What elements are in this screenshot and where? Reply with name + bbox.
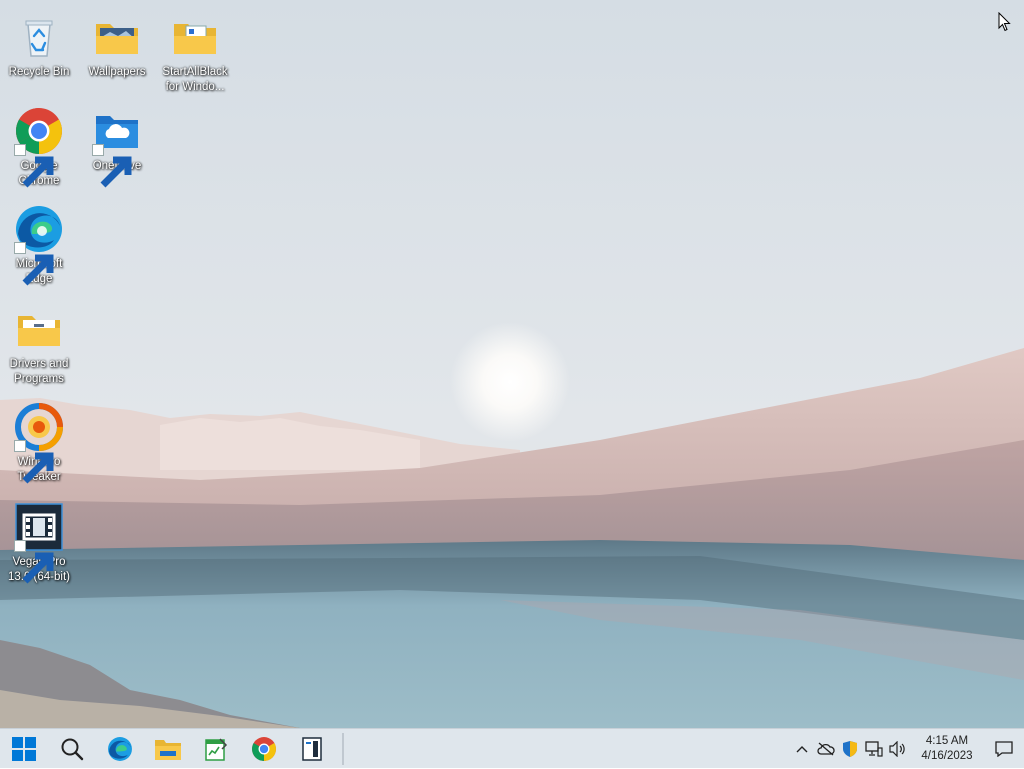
onedrive-tray-button[interactable] — [814, 729, 838, 769]
chrome-button[interactable] — [240, 729, 288, 769]
system-tray: 4:15 AM 4/16/2023 — [790, 729, 1024, 769]
security-tray-button[interactable] — [838, 729, 862, 769]
mouse-cursor-icon — [998, 12, 1011, 32]
taskbar-separator — [342, 732, 344, 765]
search-icon — [61, 738, 84, 760]
desktop-icon-microsoft-edge[interactable]: Microsoft Edge — [2, 200, 76, 292]
chevron-up-icon — [796, 746, 808, 753]
shortcut-arrow-icon — [14, 144, 54, 188]
search-button[interactable] — [48, 729, 96, 769]
onedrive-folder-icon — [92, 106, 142, 188]
desktop-icon-onedrive[interactable]: OneDrive — [80, 102, 154, 194]
desktop-icon-drivers-and-programs[interactable]: Drivers and Programs — [2, 300, 76, 392]
windows-logo-icon — [12, 736, 36, 761]
desktop-icon-label: Drivers and Programs — [9, 358, 69, 385]
desktop-icon-label: Wallpapers — [88, 66, 146, 78]
notification-center-button[interactable] — [984, 729, 1024, 769]
security-icon — [843, 741, 857, 757]
shortcut-arrow-icon — [14, 242, 54, 286]
clock-button[interactable]: 4:15 AM 4/16/2023 — [916, 734, 978, 764]
notepad-icon — [205, 737, 228, 761]
edge-icon — [108, 736, 132, 761]
onedrive-offline-icon — [817, 742, 835, 756]
desktop-icon-label: Recycle Bin — [8, 66, 70, 78]
shortcut-arrow-icon — [92, 144, 132, 188]
app-button[interactable] — [288, 729, 336, 769]
desktop-icon-winaero-tweaker[interactable]: Winaero Tweaker — [2, 398, 76, 490]
network-tray-button[interactable] — [862, 729, 886, 769]
clock-time: 4:15 AM — [925, 735, 969, 747]
file-explorer-button[interactable] — [144, 729, 192, 769]
app-window-icon — [302, 736, 322, 761]
clock-date: 4/16/2023 — [921, 750, 973, 762]
chrome-icon — [252, 736, 276, 761]
folder-icon — [14, 304, 64, 354]
chrome-icon — [14, 106, 64, 188]
volume-tray-button[interactable] — [886, 729, 910, 769]
recycle-bin-icon — [14, 12, 64, 62]
shortcut-arrow-icon — [14, 440, 54, 484]
desktop-icon-google-chrome[interactable]: Google Chrome — [2, 102, 76, 194]
desktop-icon-startallblack[interactable]: StartAllBlack for Windo... — [158, 8, 232, 100]
desktop-icon-label: StartAllBlack for Windo... — [162, 66, 228, 93]
winaero-icon — [14, 402, 64, 484]
volume-icon — [889, 741, 905, 757]
desktop-icon-recycle-bin[interactable]: Recycle Bin — [2, 8, 76, 100]
network-icon — [865, 741, 883, 757]
start-button[interactable] — [0, 729, 48, 769]
folder-icon — [170, 12, 220, 62]
notepad-button[interactable] — [192, 729, 240, 769]
folder-icon — [155, 739, 181, 760]
notification-icon — [995, 741, 1013, 757]
desktop-icon-wallpapers[interactable]: Wallpapers — [80, 8, 154, 100]
shortcut-arrow-icon — [14, 540, 54, 584]
edge-button[interactable] — [96, 729, 144, 769]
show-hidden-icons-button[interactable] — [790, 729, 814, 769]
folder-icon — [92, 12, 142, 62]
vegas-icon — [14, 502, 64, 584]
desktop-icon-vegas-pro[interactable]: Vegas Pro 13.0 (64-bit) — [2, 498, 76, 590]
taskbar: 4:15 AM 4/16/2023 — [0, 728, 1024, 768]
edge-icon — [14, 204, 64, 286]
